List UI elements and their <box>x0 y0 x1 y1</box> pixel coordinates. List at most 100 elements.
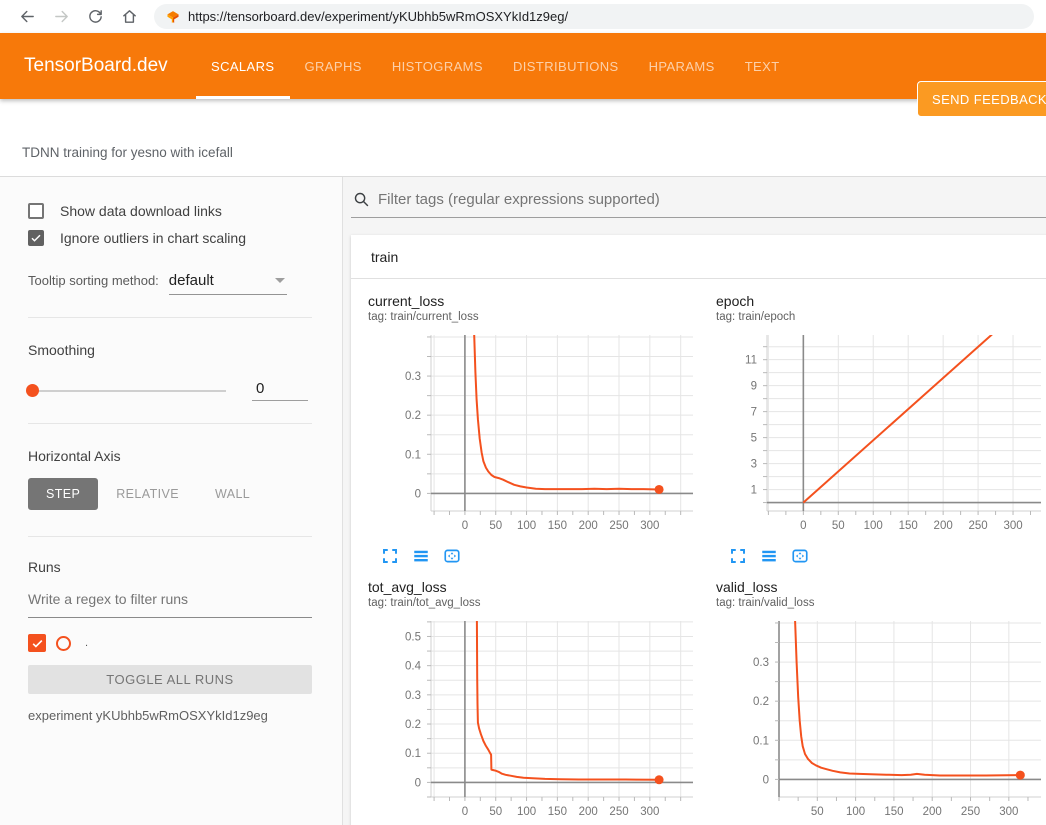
general-options-section: Show data download links Ignore outliers… <box>28 203 312 318</box>
svg-text:150: 150 <box>548 806 567 818</box>
tab-text[interactable]: TEXT <box>730 33 795 99</box>
svg-text:250: 250 <box>609 806 628 818</box>
reload-icon[interactable] <box>84 6 106 28</box>
address-bar[interactable]: https://tensorboard.dev/experiment/yKUbh… <box>154 4 1034 29</box>
chart-toolbar <box>729 545 1046 567</box>
svg-text:0.4: 0.4 <box>405 661 422 673</box>
svg-text:300: 300 <box>1003 520 1022 532</box>
svg-text:5: 5 <box>751 433 757 445</box>
chart-plot-current_loss[interactable]: 05010015020025030000.10.20.3 <box>355 331 701 541</box>
svg-text:3: 3 <box>751 459 757 471</box>
svg-text:0: 0 <box>462 806 468 818</box>
svg-text:0.1: 0.1 <box>405 748 421 760</box>
chart-valid_loss: valid_losstag: train/valid_loss501001502… <box>703 579 1046 825</box>
svg-text:0: 0 <box>763 774 769 786</box>
back-icon[interactable] <box>16 6 38 28</box>
run-checkbox[interactable] <box>28 634 46 652</box>
svg-text:100: 100 <box>864 520 883 532</box>
chart-tot_avg_loss: tot_avg_losstag: train/tot_avg_loss05010… <box>355 579 701 825</box>
nav-tabs: SCALARSGRAPHSHISTOGRAMSDISTRIBUTIONSHPAR… <box>196 33 795 99</box>
svg-text:50: 50 <box>489 520 502 532</box>
runs-selector-icon[interactable] <box>760 547 778 565</box>
svg-text:0.3: 0.3 <box>405 690 421 702</box>
chart-title: valid_loss <box>716 579 1046 595</box>
runs-filter-input[interactable] <box>28 591 312 607</box>
axis-option-relative[interactable]: RELATIVE <box>98 478 197 510</box>
tag-filter-input[interactable] <box>378 191 1046 208</box>
runs-selector-icon[interactable] <box>412 547 430 565</box>
svg-text:250: 250 <box>961 806 980 818</box>
svg-text:100: 100 <box>517 806 536 818</box>
svg-text:50: 50 <box>489 806 502 818</box>
svg-text:1: 1 <box>751 485 757 497</box>
svg-text:0: 0 <box>462 520 468 532</box>
horizontal-axis-section: Horizontal Axis STEPRELATIVEWALL <box>28 424 312 537</box>
tab-histograms[interactable]: HISTOGRAMS <box>377 33 498 99</box>
svg-text:150: 150 <box>899 520 918 532</box>
fit-domain-icon[interactable] <box>791 547 809 565</box>
runs-filter-field <box>28 591 312 618</box>
home-icon[interactable] <box>118 6 140 28</box>
axis-option-wall[interactable]: WALL <box>197 478 268 510</box>
svg-text:100: 100 <box>517 520 536 532</box>
tab-graphs[interactable]: GRAPHS <box>290 33 377 99</box>
tab-scalars[interactable]: SCALARS <box>196 33 290 99</box>
settings-sidebar: Show data download links Ignore outliers… <box>0 177 343 825</box>
svg-text:0.3: 0.3 <box>753 657 769 669</box>
svg-text:0.2: 0.2 <box>753 696 769 708</box>
tag-filter-field <box>351 191 1046 218</box>
svg-text:200: 200 <box>923 806 942 818</box>
svg-text:7: 7 <box>751 407 757 419</box>
svg-text:200: 200 <box>579 806 598 818</box>
chart-tag: tag: train/epoch <box>716 311 1046 323</box>
horizontal-axis-buttons: STEPRELATIVEWALL <box>28 478 312 514</box>
chart-plot-tot_avg_loss[interactable]: 05010015020025030000.10.20.30.40.5 <box>355 617 701 825</box>
svg-text:0.2: 0.2 <box>405 410 421 422</box>
tooltip-sorting-select[interactable]: default <box>169 272 287 295</box>
svg-text:250: 250 <box>609 520 628 532</box>
svg-text:200: 200 <box>934 520 953 532</box>
svg-text:11: 11 <box>745 355 757 367</box>
chart-plot-epoch[interactable]: 0501001502002503001357911 <box>703 331 1046 541</box>
chart-tag: tag: train/valid_loss <box>716 597 1046 609</box>
chevron-down-icon <box>275 278 285 283</box>
chart-epoch: epochtag: train/epoch0501001502002503001… <box>703 293 1046 567</box>
run-name: . <box>85 637 88 649</box>
svg-text:0.1: 0.1 <box>753 735 769 747</box>
ignore-outliers-checkbox[interactable] <box>28 230 44 246</box>
forward-icon[interactable] <box>50 6 72 28</box>
scalars-dashboard: train current_losstag: train/current_los… <box>343 177 1046 825</box>
axis-option-step[interactable]: STEP <box>28 478 98 510</box>
svg-text:150: 150 <box>884 806 903 818</box>
smoothing-slider-thumb[interactable] <box>26 384 39 397</box>
send-feedback-button[interactable]: SEND FEEDBACK <box>917 81 1046 117</box>
charts-grid: current_losstag: train/current_loss05010… <box>351 279 1046 825</box>
ignore-outliers-label: Ignore outliers in chart scaling <box>60 230 246 246</box>
smoothing-label: Smoothing <box>28 318 312 358</box>
svg-text:250: 250 <box>968 520 987 532</box>
svg-text:9: 9 <box>751 381 757 393</box>
app-header: TensorBoard.dev SCALARSGRAPHSHISTOGRAMSD… <box>0 33 1046 99</box>
tooltip-sorting-label: Tooltip sorting method: <box>28 273 159 288</box>
fit-domain-icon[interactable] <box>443 547 461 565</box>
runs-label: Runs <box>28 537 312 575</box>
tab-distributions[interactable]: DISTRIBUTIONS <box>498 33 634 99</box>
search-icon <box>353 191 370 208</box>
url-text: https://tensorboard.dev/experiment/yKUbh… <box>188 9 568 24</box>
chart-plot-valid_loss[interactable]: 5010015020025030000.10.20.3 <box>703 617 1046 825</box>
svg-text:150: 150 <box>548 520 567 532</box>
smoothing-slider[interactable] <box>28 390 226 392</box>
smoothing-section: Smoothing 0 <box>28 318 312 424</box>
fullscreen-icon[interactable] <box>381 547 399 565</box>
browser-toolbar: https://tensorboard.dev/experiment/yKUbh… <box>0 0 1046 33</box>
chart-tag: tag: train/tot_avg_loss <box>368 597 701 609</box>
smoothing-value-input[interactable]: 0 <box>252 380 308 401</box>
subheader: TDNN training for yesno with icefall <box>0 99 1046 177</box>
svg-text:0.5: 0.5 <box>405 631 421 643</box>
show-download-checkbox[interactable] <box>28 203 44 219</box>
tab-hparams[interactable]: HPARAMS <box>634 33 730 99</box>
toggle-all-runs-button[interactable]: TOGGLE ALL RUNS <box>28 665 312 694</box>
svg-text:0: 0 <box>800 520 806 532</box>
fullscreen-icon[interactable] <box>729 547 747 565</box>
tag-group-title[interactable]: train <box>351 235 1046 279</box>
